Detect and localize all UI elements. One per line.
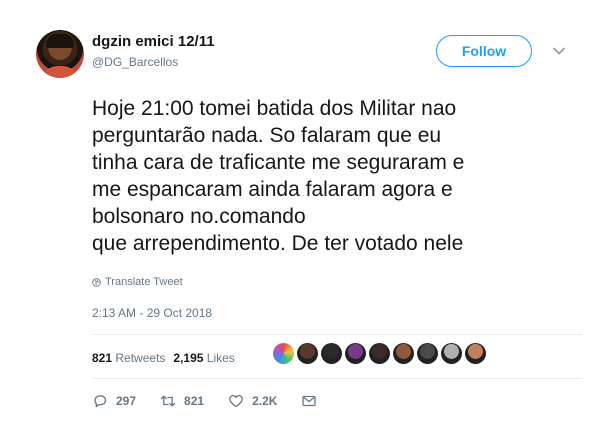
translate-label: Translate Tweet bbox=[105, 276, 183, 288]
direct-message-action[interactable] bbox=[301, 393, 317, 409]
reply-icon bbox=[94, 395, 107, 408]
user-handle[interactable]: @DG_Barcellos bbox=[92, 55, 178, 69]
retweet-icon bbox=[160, 395, 176, 407]
retweet-count: 821 bbox=[184, 394, 205, 408]
avatar-shirt bbox=[40, 66, 80, 78]
engagement-stats: 821 Retweets 2,195 Likes bbox=[92, 351, 235, 365]
tweet-text: Hoje 21:00 tomei batida dos Militar nao … bbox=[92, 97, 465, 255]
liker-avatar[interactable] bbox=[369, 343, 390, 364]
tweet-card: dgzin emici 12/11 @DG_Barcellos Follow H… bbox=[0, 0, 600, 422]
liker-avatar[interactable] bbox=[393, 343, 414, 364]
liker-avatar[interactable] bbox=[321, 343, 342, 364]
like-action[interactable]: 2.2K bbox=[228, 393, 277, 409]
retweets-stat[interactable]: 821 Retweets bbox=[92, 351, 165, 365]
divider bbox=[92, 334, 582, 335]
retweets-count: 821 bbox=[92, 351, 113, 365]
liker-avatar[interactable] bbox=[345, 343, 366, 364]
reply-count: 297 bbox=[116, 394, 137, 408]
reply-action[interactable]: 297 bbox=[92, 393, 136, 409]
retweets-label: Retweets bbox=[115, 351, 166, 365]
likes-count: 2,195 bbox=[173, 351, 204, 365]
heart-icon bbox=[229, 394, 243, 408]
retweet-action[interactable]: 821 bbox=[160, 393, 204, 409]
envelope-icon bbox=[302, 395, 317, 407]
liker-avatar[interactable] bbox=[465, 343, 486, 364]
chevron-down-icon[interactable] bbox=[552, 44, 566, 58]
liker-avatar[interactable] bbox=[417, 343, 438, 364]
liker-avatar[interactable] bbox=[441, 343, 462, 364]
globe-icon bbox=[92, 277, 101, 287]
divider bbox=[92, 378, 582, 379]
action-bar: 297 821 2.2K bbox=[92, 393, 341, 409]
avatar-hair bbox=[46, 34, 74, 48]
display-name[interactable]: dgzin emici 12/11 bbox=[92, 33, 215, 50]
liker-avatars bbox=[273, 343, 486, 364]
likes-label: Likes bbox=[206, 351, 235, 365]
translate-tweet-link[interactable]: Translate Tweet bbox=[92, 276, 183, 288]
tweet-timestamp[interactable]: 2:13 AM - 29 Oct 2018 bbox=[92, 306, 212, 320]
like-count: 2.2K bbox=[252, 394, 278, 408]
avatar[interactable] bbox=[36, 30, 84, 78]
follow-button[interactable]: Follow bbox=[436, 35, 532, 67]
likes-stat[interactable]: 2,195 Likes bbox=[173, 351, 234, 365]
liker-avatar[interactable] bbox=[297, 343, 318, 364]
liker-avatar[interactable] bbox=[273, 343, 294, 364]
